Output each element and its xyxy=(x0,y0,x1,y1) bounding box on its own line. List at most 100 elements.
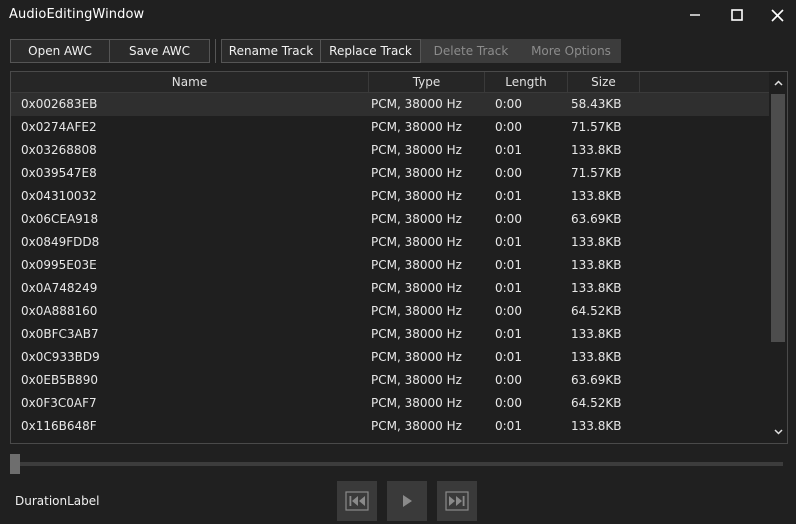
table-row[interactable]: 0x04310032 PCM, 38000 Hz 0:01 133.8KB xyxy=(11,185,769,208)
scroll-thumb[interactable] xyxy=(771,94,785,342)
column-header-size[interactable]: Size xyxy=(568,72,640,92)
chevron-down-icon xyxy=(773,429,783,435)
more-options-button[interactable]: More Options xyxy=(521,39,621,63)
column-header-name[interactable]: Name xyxy=(11,72,369,92)
track-name: 0x0995E03E xyxy=(21,258,97,272)
track-name: 0x039547E8 xyxy=(21,166,97,180)
track-length: 0:00 xyxy=(495,120,522,134)
scroll-down-button[interactable] xyxy=(769,424,787,440)
replace-track-button[interactable]: Replace Track xyxy=(320,39,421,63)
track-size: 63.69KB xyxy=(571,373,622,387)
table-row[interactable]: 0x03268808 PCM, 38000 Hz 0:01 133.8KB xyxy=(11,139,769,162)
track-length: 0:01 xyxy=(495,281,522,295)
table-row[interactable]: 0x0F3C0AF7 PCM, 38000 Hz 0:00 64.52KB xyxy=(11,392,769,415)
track-type: PCM, 38000 Hz xyxy=(371,166,462,180)
column-header-length[interactable]: Length xyxy=(485,72,568,92)
track-size: 64.52KB xyxy=(571,304,622,318)
table-row[interactable]: 0x0EB5B890 PCM, 38000 Hz 0:00 63.69KB xyxy=(11,369,769,392)
play-button[interactable] xyxy=(387,481,427,521)
skip-next-icon xyxy=(445,491,469,511)
vertical-scrollbar[interactable] xyxy=(769,72,787,443)
playback-slider-thumb[interactable] xyxy=(10,454,20,474)
track-size: 64.52KB xyxy=(571,396,622,410)
track-length: 0:00 xyxy=(495,373,522,387)
track-name: 0x0274AFE2 xyxy=(21,120,97,134)
track-type: PCM, 38000 Hz xyxy=(371,396,462,410)
track-size: 133.8KB xyxy=(571,281,622,295)
track-length: 0:00 xyxy=(495,97,522,111)
table-row[interactable]: 0x0995E03E PCM, 38000 Hz 0:01 133.8KB xyxy=(11,254,769,277)
duration-label: DurationLabel xyxy=(15,494,100,508)
close-button[interactable] xyxy=(754,0,796,30)
track-length: 0:01 xyxy=(495,235,522,249)
table-row[interactable]: 0x0C933BD9 PCM, 38000 Hz 0:01 133.8KB xyxy=(11,346,769,369)
table-row[interactable]: 0x0BFC3AB7 PCM, 38000 Hz 0:01 133.8KB xyxy=(11,323,769,346)
track-type: PCM, 38000 Hz xyxy=(371,212,462,226)
track-type: PCM, 38000 Hz xyxy=(371,304,462,318)
skip-previous-icon xyxy=(345,491,369,511)
table-row[interactable]: 0x039547E8 PCM, 38000 Hz 0:00 71.57KB xyxy=(11,162,769,185)
scroll-up-button[interactable] xyxy=(769,75,787,91)
track-size: 63.69KB xyxy=(571,212,622,226)
track-length: 0:00 xyxy=(495,212,522,226)
track-rows: 0x002683EB PCM, 38000 Hz 0:00 58.43KB 0x0274… xyxy=(11,93,769,438)
track-name: 0x0C933BD9 xyxy=(21,350,100,364)
toolbar-separator xyxy=(215,39,216,63)
table-row[interactable]: 0x002683EB PCM, 38000 Hz 0:00 58.43KB xyxy=(11,93,769,116)
track-size: 133.8KB xyxy=(571,327,622,341)
previous-track-button[interactable] xyxy=(337,481,377,521)
track-size: 133.8KB xyxy=(571,235,622,249)
track-name: 0x0A748249 xyxy=(21,281,98,295)
table-row[interactable]: 0x0849FDD8 PCM, 38000 Hz 0:01 133.8KB xyxy=(11,231,769,254)
table-row[interactable]: 0x06CEA918 PCM, 38000 Hz 0:00 63.69KB xyxy=(11,208,769,231)
title-bar: AudioEditingWindow xyxy=(0,0,796,32)
track-size: 133.8KB xyxy=(571,350,622,364)
track-length: 0:01 xyxy=(495,350,522,364)
track-name: 0x06CEA918 xyxy=(21,212,99,226)
track-name: 0x04310032 xyxy=(21,189,97,203)
track-name: 0x116B648F xyxy=(21,419,97,433)
table-row[interactable]: 0x0A748249 PCM, 38000 Hz 0:01 133.8KB xyxy=(11,277,769,300)
track-size: 133.8KB xyxy=(571,143,622,157)
track-length: 0:00 xyxy=(495,396,522,410)
track-name: 0x0EB5B890 xyxy=(21,373,98,387)
maximize-icon xyxy=(731,9,743,21)
table-row[interactable]: 0x0274AFE2 PCM, 38000 Hz 0:00 71.57KB xyxy=(11,116,769,139)
track-type: PCM, 38000 Hz xyxy=(371,97,462,111)
window-title: AudioEditingWindow xyxy=(9,7,145,22)
minimize-icon xyxy=(690,14,700,16)
table-row[interactable]: 0x116B648F PCM, 38000 Hz 0:01 133.8KB xyxy=(11,415,769,438)
track-type: PCM, 38000 Hz xyxy=(371,258,462,272)
playback-slider[interactable] xyxy=(12,462,783,466)
open-awc-button[interactable]: Open AWC xyxy=(10,39,110,63)
track-size: 71.57KB xyxy=(571,166,622,180)
table-row[interactable]: 0x0A888160 PCM, 38000 Hz 0:00 64.52KB xyxy=(11,300,769,323)
track-type: PCM, 38000 Hz xyxy=(371,235,462,249)
track-type: PCM, 38000 Hz xyxy=(371,189,462,203)
track-size: 58.43KB xyxy=(571,97,622,111)
track-size: 133.8KB xyxy=(571,258,622,272)
track-name: 0x0A888160 xyxy=(21,304,98,318)
track-type: PCM, 38000 Hz xyxy=(371,120,462,134)
rename-track-button[interactable]: Rename Track xyxy=(221,39,321,63)
track-type: PCM, 38000 Hz xyxy=(371,350,462,364)
minimize-button[interactable] xyxy=(672,0,718,30)
track-length: 0:01 xyxy=(495,419,522,433)
track-length: 0:01 xyxy=(495,258,522,272)
next-track-button[interactable] xyxy=(437,481,477,521)
track-length: 0:01 xyxy=(495,189,522,203)
save-awc-button[interactable]: Save AWC xyxy=(109,39,210,63)
close-icon xyxy=(770,8,784,22)
delete-track-button[interactable]: Delete Track xyxy=(421,39,521,63)
track-length: 0:00 xyxy=(495,166,522,180)
track-type: PCM, 38000 Hz xyxy=(371,419,462,433)
chevron-up-icon xyxy=(773,80,783,86)
column-header-type[interactable]: Type xyxy=(369,72,485,92)
track-size: 133.8KB xyxy=(571,189,622,203)
track-list[interactable]: Name Type Length Size 0x002683EB PCM, 380… xyxy=(10,71,788,444)
track-type: PCM, 38000 Hz xyxy=(371,373,462,387)
track-name: 0x0849FDD8 xyxy=(21,235,100,249)
track-list-header: Name Type Length Size xyxy=(11,72,769,93)
track-length: 0:01 xyxy=(495,143,522,157)
track-length: 0:00 xyxy=(495,304,522,318)
